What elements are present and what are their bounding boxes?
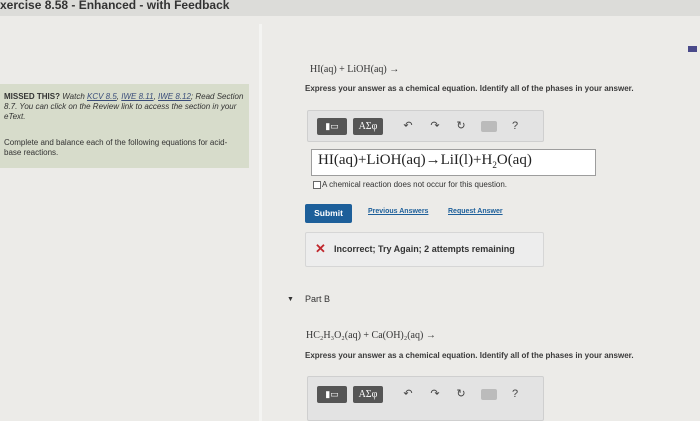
instructions: Complete and balance each of the followi… <box>4 138 228 157</box>
help-button[interactable]: ? <box>508 387 522 401</box>
greek-symbols-button[interactable]: ΑΣφ <box>353 386 383 403</box>
menu-icon[interactable] <box>688 46 697 52</box>
templates-button[interactable]: ▮▭ <box>317 118 347 135</box>
title-bar: xercise 8.58 - Enhanced - with Feedback <box>0 0 700 16</box>
part-b-equation: HC₂H₃O₂(aq) + Ca(OH)₂(aq) → <box>306 330 436 341</box>
feedback-panel: ✕ Incorrect; Try Again; 2 attempts remai… <box>305 232 544 267</box>
no-reaction-label: A chemical reaction does not occur for t… <box>322 180 507 189</box>
part-a-prompt: Express your answer as a chemical equati… <box>305 84 634 93</box>
no-reaction-checkbox[interactable] <box>313 181 321 189</box>
collapse-caret-icon[interactable]: ▼ <box>287 296 294 303</box>
keyboard-icon[interactable] <box>481 121 497 132</box>
link-iwe-8-11[interactable]: IWE 8.11 <box>121 92 153 101</box>
greek-symbols-button[interactable]: ΑΣφ <box>353 118 383 135</box>
watch-text: Watch <box>60 92 87 101</box>
missed-this-label: MISSED THIS? <box>4 92 61 101</box>
templates-button[interactable]: ▮▭ <box>317 386 347 403</box>
missed-this-text: MISSED THIS? Watch KCV 8.5, IWE 8.11, IW… <box>4 92 244 121</box>
answer-input[interactable]: HI(aq)+LiOH(aq)→LiI(l)+H2O(aq) <box>311 149 596 176</box>
column-divider <box>259 24 262 421</box>
part-b-header[interactable]: Part B <box>305 294 330 304</box>
request-answer-link[interactable]: Request Answer <box>448 208 503 215</box>
reset-icon[interactable]: ↻ <box>454 119 468 133</box>
redo-icon[interactable]: ↷ <box>428 387 442 401</box>
incorrect-icon: ✕ <box>315 241 326 256</box>
submit-button[interactable]: Submit <box>305 204 352 223</box>
help-button[interactable]: ? <box>508 119 522 133</box>
keyboard-icon[interactable] <box>481 389 497 400</box>
part-b-equation-toolbar: ▮▭ ΑΣφ ↶ ↷ ↻ ? <box>307 376 544 421</box>
part-b-prompt: Express your answer as a chemical equati… <box>305 351 634 360</box>
undo-icon[interactable]: ↶ <box>401 387 415 401</box>
feedback-message: Incorrect; Try Again; 2 attempts remaini… <box>334 244 515 254</box>
redo-icon[interactable]: ↷ <box>428 119 442 133</box>
part-a-equation-toolbar: ▮▭ ΑΣφ ↶ ↷ ↻ ? <box>307 110 544 142</box>
link-iwe-8-12[interactable]: IWE 8.12 <box>158 92 191 101</box>
undo-icon[interactable]: ↶ <box>401 119 415 133</box>
answer-value: HI(aq)+LiOH(aq)→LiI(l)+H2O(aq) <box>318 152 532 170</box>
part-a-equation: HI(aq) + LiOH(aq) → <box>310 64 400 75</box>
exercise-title: xercise 8.58 - Enhanced - with Feedback <box>0 0 230 12</box>
reset-icon[interactable]: ↻ <box>454 387 468 401</box>
link-kcv-8-5[interactable]: KCV 8.5 <box>87 92 117 101</box>
previous-answers-link[interactable]: Previous Answers <box>368 208 428 215</box>
